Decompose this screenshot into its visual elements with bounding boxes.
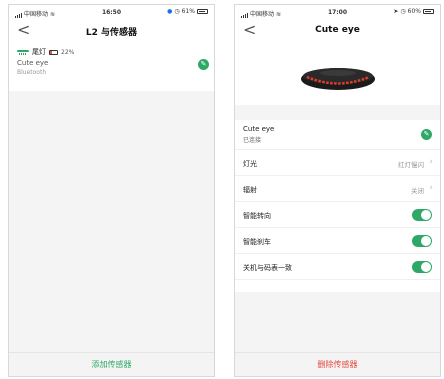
sensor-list-item[interactable]: 尾灯 22% Cute eye Bluetooth ✎ bbox=[9, 43, 214, 91]
smart-turn-toggle[interactable] bbox=[412, 209, 432, 221]
battery-percent: 61% bbox=[181, 8, 195, 15]
pencil-icon[interactable]: ✎ bbox=[421, 129, 432, 140]
battery-icon bbox=[197, 9, 208, 14]
location-icon: ➤ bbox=[393, 8, 399, 15]
battery-percent: 60% bbox=[407, 8, 421, 15]
left-phone-screen: 中国移动 ≋ 16:50 ● ◷ 61% < L2 与传感器 尾灯 22% Cu… bbox=[8, 4, 215, 377]
row-value: 关闭 bbox=[411, 187, 424, 195]
row-label: 智能刹车 bbox=[243, 238, 271, 246]
add-sensor-button[interactable]: 添加传感器 bbox=[9, 352, 214, 376]
row-smart-brake: 智能刹车 bbox=[235, 228, 440, 254]
connection-status: 已连接 bbox=[243, 137, 262, 144]
pencil-icon[interactable]: ✎ bbox=[198, 59, 209, 70]
remove-sensor-button[interactable]: 删除传感器 bbox=[235, 352, 440, 376]
alarm-icon: ◷ bbox=[174, 8, 180, 15]
connection-type: Bluetooth bbox=[17, 69, 47, 76]
device-name: Cute eye bbox=[243, 125, 275, 133]
row-label: 智能转向 bbox=[243, 212, 271, 220]
row-sync-shutdown: 关机与码表一致 bbox=[235, 254, 440, 280]
device-connection-row: Cute eye 已连接 ✎ bbox=[235, 120, 440, 150]
row-value: 红灯慢闪 bbox=[398, 161, 424, 169]
tail-light-icon bbox=[17, 49, 29, 56]
smart-brake-toggle[interactable] bbox=[412, 235, 432, 247]
nav-bar: < L2 与传感器 bbox=[9, 19, 214, 43]
empty-area bbox=[9, 91, 214, 352]
settings-list: Cute eye 已连接 ✎ 灯光 红灯慢闪 › 辐射 关闭 › 智能转向 智能… bbox=[235, 120, 440, 280]
tail-light-product-image bbox=[235, 45, 440, 105]
nav-bar: < Cute eye bbox=[235, 19, 440, 43]
page-title: Cute eye bbox=[315, 25, 360, 35]
device-battery-percent: 22% bbox=[61, 48, 75, 56]
chevron-right-icon: › bbox=[429, 157, 433, 167]
row-label: 灯光 bbox=[243, 160, 257, 168]
device-name: Cute eye bbox=[17, 59, 49, 67]
bluetooth-icon: ● bbox=[167, 8, 173, 15]
low-battery-icon bbox=[49, 49, 58, 55]
alarm-icon: ◷ bbox=[400, 8, 406, 15]
status-bar: 中国移动 ≋ 16:50 ● ◷ 61% bbox=[9, 5, 214, 19]
battery-icon bbox=[423, 9, 434, 14]
row-label: 辐射 bbox=[243, 186, 257, 194]
device-type-label: 尾灯 bbox=[32, 48, 46, 56]
tail-light-device-icon bbox=[300, 68, 375, 90]
row-smart-turn: 智能转向 bbox=[235, 202, 440, 228]
page-title: L2 与传感器 bbox=[85, 28, 138, 38]
status-bar: 中国移动 ≋ 17:00 ➤ ◷ 60% bbox=[235, 5, 440, 19]
right-phone-screen: 中国移动 ≋ 17:00 ➤ ◷ 60% < Cute eye Cute eye… bbox=[234, 4, 441, 377]
row-label: 关机与码表一致 bbox=[243, 264, 292, 272]
row-light-mode[interactable]: 灯光 红灯慢闪 › bbox=[235, 150, 440, 176]
sync-shutdown-toggle[interactable] bbox=[412, 261, 432, 273]
row-radar[interactable]: 辐射 关闭 › bbox=[235, 176, 440, 202]
chevron-right-icon: › bbox=[429, 183, 433, 193]
